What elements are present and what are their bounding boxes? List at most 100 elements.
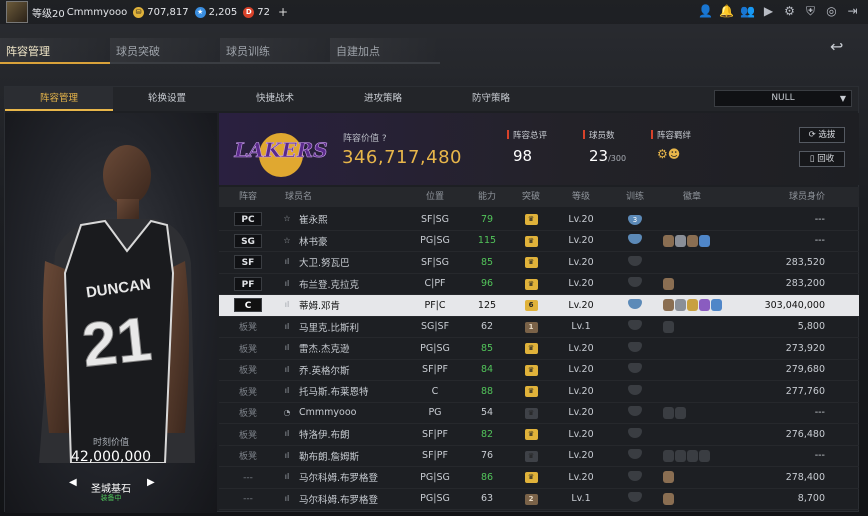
training-icon[interactable] <box>628 470 642 481</box>
badge-icon[interactable] <box>711 299 722 312</box>
training-icon[interactable] <box>628 298 642 309</box>
training-cell <box>609 427 661 441</box>
breakthrough-icon[interactable]: ♛ <box>524 343 538 355</box>
badge-icon[interactable] <box>687 299 698 312</box>
training-icon[interactable] <box>628 234 642 245</box>
breakthrough-icon[interactable]: ♛ <box>524 429 538 441</box>
breakthrough-icon[interactable]: ♛ <box>524 257 538 269</box>
bond-icons[interactable]: ⚙☻ <box>657 147 680 161</box>
badge-icon[interactable] <box>663 299 674 312</box>
badge-icon[interactable] <box>675 449 686 462</box>
subtab-rotation[interactable]: 轮换设置 <box>113 87 221 111</box>
breakthrough-icon[interactable]: ♛ <box>524 278 538 290</box>
support-icon[interactable]: ◎ <box>824 4 839 19</box>
badge-icon[interactable] <box>663 471 674 484</box>
training-icon[interactable] <box>628 406 642 417</box>
value-cell: --- <box>814 213 825 225</box>
training-icon[interactable]: 3 <box>628 214 642 225</box>
recycle-button[interactable]: ▯ 回收 <box>799 151 845 167</box>
gear-icon[interactable]: ⚙ <box>782 4 797 19</box>
breakthrough-icon[interactable]: 6 <box>524 300 538 312</box>
breakthrough-icon[interactable]: ♛ <box>524 364 538 376</box>
badge-icon[interactable] <box>663 277 674 290</box>
badge-icon[interactable] <box>663 320 674 333</box>
badge-icon[interactable] <box>663 492 674 505</box>
breakthrough-icon[interactable]: ♛ <box>524 235 538 247</box>
training-cell <box>609 492 661 505</box>
breakthrough-icon[interactable]: ♛ <box>524 407 538 419</box>
exit-icon[interactable]: ⇥ <box>845 4 860 19</box>
breakthrough-icon[interactable]: 2 <box>524 493 538 505</box>
breakthrough-cell: ♛ <box>509 385 553 398</box>
player-card[interactable]: DUNCAN 21 时刻价值 42,000,000 ◀ 圣城基石 装备中 ▶ <box>5 113 217 513</box>
table-row[interactable]: Cıl 蒂姆.邓肯 PF|C 125 6 Lv.20 303,040,000 <box>219 295 859 317</box>
level-cell: Lv.20 <box>568 428 594 440</box>
table-row[interactable]: 板凳 ıl 马里克.比斯利 SG|SF 62 1 Lv.1 5,800 <box>219 317 859 338</box>
profile-icon[interactable]: 👤 <box>698 4 713 19</box>
table-row[interactable]: --- ıl 马尔科姆.布罗格登 PG|SG 63 2 Lv.1 8,700 <box>219 489 859 510</box>
table-row[interactable]: 板凳 ıl 托马斯.布莱恩特 C 88 ♛ Lv.20 277,760 <box>219 381 859 403</box>
subtab-defense-strategy[interactable]: 防守策略 <box>437 87 545 111</box>
breakthrough-icon[interactable]: ♛ <box>524 386 538 398</box>
badge-icon[interactable] <box>675 406 686 419</box>
training-cell <box>609 277 661 290</box>
back-arrow-icon[interactable]: ↩ <box>830 38 856 56</box>
badge-icon[interactable] <box>699 449 710 462</box>
training-icon[interactable] <box>628 277 642 288</box>
breakthrough-icon[interactable]: ♛ <box>524 450 538 462</box>
training-icon[interactable] <box>628 320 642 331</box>
table-row[interactable]: PF ıl 布兰登.克拉克 C|PF 96 ♛ Lv.20 283,200 <box>219 274 859 295</box>
table-row[interactable]: PC ☆ 崔永熙 SF|SG 79 ♛ Lv.20 3 --- <box>219 209 859 231</box>
table-row[interactable]: 板凳 ıl 特洛伊.布朗 SF|PF 82 ♛ Lv.20 276,480 <box>219 424 859 446</box>
tab-player-training[interactable]: 球员训练 <box>220 38 330 64</box>
table-row[interactable]: SG ☆ 林书豪 PG|SG 115 ♛ Lv.20 --- <box>219 231 859 252</box>
training-icon[interactable] <box>628 492 642 503</box>
table-row[interactable]: 板凳 ıl 雷杰.杰克逊 PG|SG 85 ♛ Lv.20 273,920 <box>219 338 859 360</box>
next-arrow-icon[interactable]: ▶ <box>147 477 155 488</box>
badge-icon[interactable] <box>663 449 674 462</box>
breakthrough-icon[interactable]: ♛ <box>524 214 538 226</box>
shield-icon[interactable]: ⛨ <box>803 4 818 19</box>
subtab-lineup[interactable]: 阵容管理 <box>5 87 113 111</box>
tab-custom-points[interactable]: 自建加点 <box>330 38 440 64</box>
col-training: 训练 <box>625 192 644 202</box>
training-icon[interactable] <box>628 384 642 395</box>
tab-lineup-management[interactable]: 阵容管理 <box>0 38 110 64</box>
info-icon[interactable]: ? <box>382 134 387 144</box>
subtab-offense-strategy[interactable]: 进攻策略 <box>329 87 437 111</box>
select-button[interactable]: ⟳ 选拔 <box>799 127 845 143</box>
strategy-dropdown[interactable]: NULL ▼ <box>714 90 852 107</box>
breakthrough-icon[interactable]: ♛ <box>524 472 538 484</box>
badge-icon[interactable] <box>687 449 698 462</box>
friends-icon[interactable]: 👥 <box>740 4 755 19</box>
value-cell: 276,480 <box>785 428 825 440</box>
bench-label: --- <box>243 494 253 505</box>
notification-bell-icon[interactable]: 🔔 <box>719 4 734 19</box>
ability-cell: 76 <box>480 450 494 462</box>
table-row[interactable]: 板凳 ◔ Cmmmyooo PG 54 ♛ Lv.20 --- <box>219 403 859 424</box>
breakthrough-icon[interactable]: 1 <box>524 321 538 333</box>
avatar[interactable] <box>6 1 28 23</box>
add-currency-button[interactable]: + <box>278 5 288 19</box>
badge-icon[interactable] <box>675 299 686 312</box>
badge-icon[interactable] <box>699 299 710 312</box>
table-row[interactable]: 板凳 ıl 勒布朗.詹姆斯 SF|PF 76 ♛ Lv.20 --- <box>219 446 859 467</box>
table-row[interactable]: SF ıl 大卫.努瓦巴 SF|SG 85 ♛ Lv.20 283,520 <box>219 252 859 274</box>
training-icon[interactable] <box>628 341 642 352</box>
training-icon[interactable] <box>628 427 642 438</box>
training-icon[interactable] <box>628 449 642 460</box>
training-icon[interactable] <box>628 363 642 374</box>
video-icon[interactable]: ▶ <box>761 4 776 19</box>
badge-icon[interactable] <box>687 234 698 247</box>
badge-icon[interactable] <box>663 406 674 419</box>
bench-label: 板凳 <box>238 409 257 420</box>
badge-icon[interactable] <box>675 234 686 247</box>
badge-icon[interactable] <box>699 234 710 247</box>
bond-icon-2: ☻ <box>667 147 681 161</box>
subtab-quick-tactics[interactable]: 快捷战术 <box>221 87 329 111</box>
table-row[interactable]: 板凳 ıl 乔.英格尔斯 SF|PF 84 ♛ Lv.20 279,680 <box>219 360 859 381</box>
training-icon[interactable] <box>628 255 642 266</box>
tab-player-breakthrough[interactable]: 球员突破 <box>110 38 220 64</box>
badge-icon[interactable] <box>663 234 674 247</box>
table-row[interactable]: --- ıl 马尔科姆.布罗格登 PG|SG 86 ♛ Lv.20 278,400 <box>219 467 859 489</box>
